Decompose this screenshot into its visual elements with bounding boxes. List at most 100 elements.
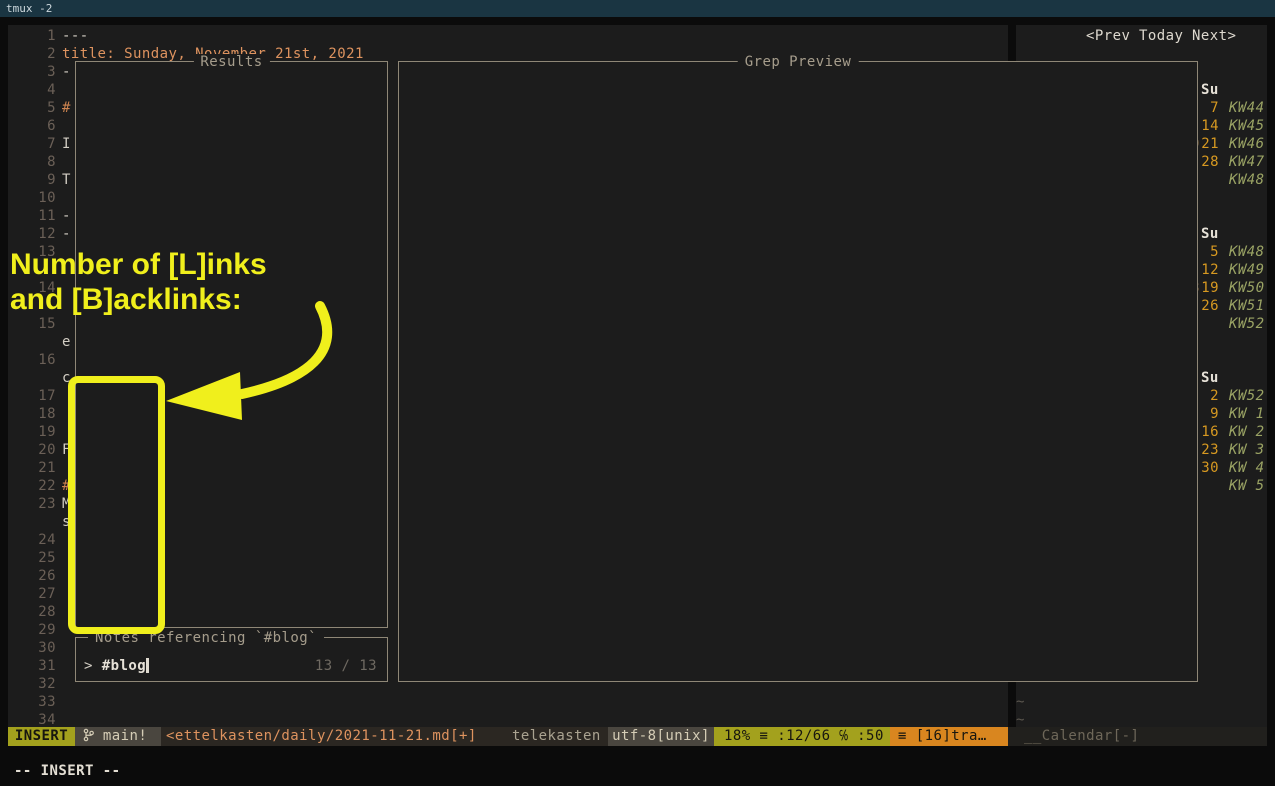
encoding-segment: utf-8[unix] <box>608 727 714 746</box>
line-number: 25 <box>26 549 56 567</box>
line-number: 29 <box>26 621 56 639</box>
calendar-sunday[interactable]: 16 <box>1195 423 1219 441</box>
mode-indicator: -- INSERT -- <box>14 762 121 780</box>
calendar-sunday[interactable]: 28 <box>1195 153 1219 171</box>
margin-char: - <box>62 207 71 225</box>
calendar-sunday-header: Su <box>1201 369 1219 387</box>
calendar-week-number: KW52 <box>1229 315 1265 333</box>
line-number: 6 <box>26 117 56 135</box>
line-number: 32 <box>26 675 56 693</box>
line-number: 20 <box>26 441 56 459</box>
margin-char: - <box>62 225 71 243</box>
git-branch-segment: main! <box>75 727 161 746</box>
annotation-highlight-box <box>68 376 165 634</box>
empty-line-tilde: ~ <box>1016 693 1025 711</box>
calendar-sunday[interactable]: 30 <box>1195 459 1219 477</box>
line-number: 22 <box>26 477 56 495</box>
annotation-line1: Number of [L]inks <box>10 248 267 282</box>
line-number: 9 <box>26 171 56 189</box>
calendar-sunday[interactable]: 9 <box>1195 405 1219 423</box>
line-number: 30 <box>26 639 56 657</box>
line-number: 4 <box>26 81 56 99</box>
line-number: 24 <box>26 531 56 549</box>
line-number: 3 <box>26 63 56 81</box>
margin-char: T <box>62 171 71 189</box>
calendar-statusline: __Calendar[-] <box>1008 727 1267 746</box>
prompt-prefix: > <box>84 658 102 674</box>
calendar-sunday[interactable]: 5 <box>1195 243 1219 261</box>
calendar-week-number: KW 1 <box>1229 405 1265 423</box>
results-window-title: Results <box>193 54 269 70</box>
line-number: 31 <box>26 657 56 675</box>
filename-segment: <ettelkasten/daily/2021-11-21.md[+] <box>166 727 477 746</box>
line-number: 10 <box>26 189 56 207</box>
line-number: 7 <box>26 135 56 153</box>
calendar-sunday[interactable]: 19 <box>1195 279 1219 297</box>
calendar-week-number: KW46 <box>1229 135 1265 153</box>
prompt-input[interactable]: > #blog <box>84 657 146 675</box>
calendar-week-number: KW49 <box>1229 261 1265 279</box>
prompt-window: Notes referencing `#blog` > #blog 13 / 1… <box>75 637 388 682</box>
calendar-week-number: KW51 <box>1229 297 1265 315</box>
line-number: 21 <box>26 459 56 477</box>
line-number: 8 <box>26 153 56 171</box>
line-number: 15 <box>26 315 56 333</box>
calendar-sunday-header: Su <box>1201 81 1219 99</box>
terminal-screen: tmux -2 <Prev Today Next> Results Grep P… <box>0 0 1275 786</box>
calendar-sunday[interactable]: 23 <box>1195 441 1219 459</box>
calendar-week-number: KW44 <box>1229 99 1265 117</box>
calendar-sunday[interactable]: 14 <box>1195 117 1219 135</box>
buffer-line: - <box>62 63 71 81</box>
calendar-prev-button[interactable]: <Prev <box>1086 27 1130 45</box>
calendar-week-number: KW 2 <box>1229 423 1265 441</box>
calendar-week-number: KW50 <box>1229 279 1265 297</box>
calendar-week-number: KW45 <box>1229 117 1265 135</box>
tmux-title: tmux -2 <box>6 2 52 15</box>
margin-char: # <box>62 99 71 117</box>
cursor-position-segment: 18% ≡ :12/66 ℅ :50 <box>714 727 890 746</box>
line-number: 1 <box>26 27 56 45</box>
line-number: 11 <box>26 207 56 225</box>
calendar-week-number: KW52 <box>1229 387 1265 405</box>
tmux-titlebar: tmux -2 <box>0 0 1275 17</box>
line-number: 23 <box>26 495 56 513</box>
calendar-week-number: KW 4 <box>1229 459 1265 477</box>
line-number: 26 <box>26 567 56 585</box>
calendar-week-number: KW48 <box>1229 171 1265 189</box>
grep-preview-title: Grep Preview <box>738 54 859 70</box>
calendar-sunday[interactable]: 26 <box>1195 297 1219 315</box>
annotation-line2: and [B]acklinks: <box>10 283 242 317</box>
calendar-sunday[interactable]: 7 <box>1195 99 1219 117</box>
text-cursor <box>146 658 149 673</box>
line-number: 19 <box>26 423 56 441</box>
calendar-sunday[interactable]: 21 <box>1195 135 1219 153</box>
calendar-week-number: KW47 <box>1229 153 1265 171</box>
plugin-name-segment: telekasten <box>512 727 601 746</box>
line-number: 16 <box>26 351 56 369</box>
line-number: 27 <box>26 585 56 603</box>
search-query: #blog <box>102 658 146 674</box>
calendar-sunday[interactable]: 12 <box>1195 261 1219 279</box>
line-number: 2 <box>26 45 56 63</box>
git-branch-name: main! <box>103 728 147 744</box>
margin-char: I <box>62 135 71 153</box>
calendar-sunday-header: Su <box>1201 225 1219 243</box>
calendar-week-number: KW 3 <box>1229 441 1265 459</box>
grep-preview-window: Grep Preview <box>398 61 1198 682</box>
calendar-today-button[interactable]: Today <box>1139 27 1183 45</box>
calendar-next-button[interactable]: Next> <box>1192 27 1236 45</box>
line-number: 18 <box>26 405 56 423</box>
buffer-line: --- <box>62 27 89 45</box>
line-number: 28 <box>26 603 56 621</box>
mode-badge: INSERT <box>8 727 75 746</box>
line-number: 5 <box>26 99 56 117</box>
line-number: 12 <box>26 225 56 243</box>
git-branch-icon <box>83 728 94 742</box>
margin-char: e <box>62 333 71 351</box>
result-counter: 13 / 13 <box>315 657 377 675</box>
buffer-tab-segment: ≡ [16]tra… <box>890 727 1008 746</box>
calendar-sunday[interactable]: 2 <box>1195 387 1219 405</box>
calendar-week-number: KW 5 <box>1229 477 1265 495</box>
calendar-week-number: KW48 <box>1229 243 1265 261</box>
line-number: 17 <box>26 387 56 405</box>
